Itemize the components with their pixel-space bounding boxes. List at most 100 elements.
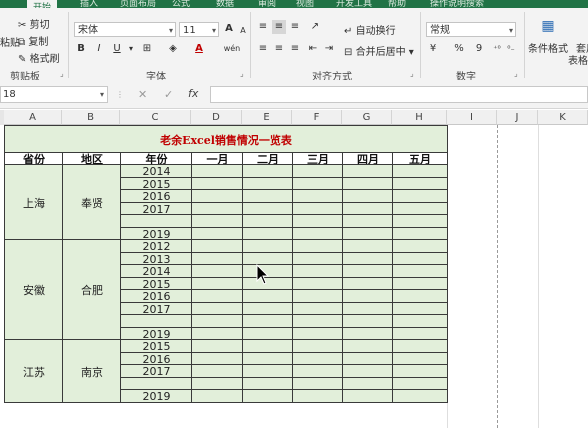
value-cell[interactable] <box>191 189 243 203</box>
region-cell[interactable]: 南京 <box>62 339 121 403</box>
value-cell[interactable] <box>342 289 393 303</box>
value-cell[interactable] <box>242 214 293 228</box>
italic-button[interactable]: I <box>92 42 106 56</box>
cut-button[interactable]: ✂ 剪切 <box>18 16 50 31</box>
font-size-select[interactable]: 11 ▾ <box>179 22 219 37</box>
tab-developer[interactable]: 开发工具 <box>336 0 372 8</box>
cancel-icon[interactable]: ✕ <box>138 88 147 101</box>
province-cell[interactable]: 上海 <box>4 164 63 240</box>
value-cell[interactable] <box>292 289 343 303</box>
value-cell[interactable] <box>342 214 393 228</box>
align-bottom-icon[interactable]: ≡ <box>288 20 302 34</box>
percent-button[interactable]: % <box>452 42 466 56</box>
tab-data[interactable]: 数据 <box>216 0 234 8</box>
value-cell[interactable] <box>342 189 393 203</box>
year-cell[interactable] <box>120 314 192 328</box>
comma-style-button[interactable]: 9 <box>472 42 486 56</box>
value-cell[interactable] <box>191 264 243 278</box>
year-cell[interactable]: 2012 <box>120 239 192 253</box>
value-cell[interactable] <box>191 239 243 253</box>
value-cell[interactable] <box>242 339 293 353</box>
value-cell[interactable] <box>292 189 343 203</box>
value-cell[interactable] <box>392 214 448 228</box>
underline-dropdown-icon[interactable]: ▾ <box>124 42 138 56</box>
increase-indent-icon[interactable]: ⇥ <box>322 42 336 56</box>
column-header-d[interactable]: D <box>191 110 242 125</box>
column-header-c[interactable]: C <box>120 110 191 125</box>
paste-button[interactable]: 粘贴 <box>0 34 20 49</box>
value-cell[interactable] <box>242 364 293 378</box>
tab-home[interactable]: 开始 <box>27 0 58 8</box>
value-cell[interactable] <box>392 189 448 203</box>
value-cell[interactable] <box>392 389 448 403</box>
tab-page-layout[interactable]: 页面布局 <box>120 0 156 8</box>
merge-center-button[interactable]: ⊟ 合并后居中 ▾ <box>344 43 414 58</box>
name-box-dropdown-icon[interactable]: ▾ <box>100 87 104 103</box>
number-format-select[interactable]: 常规 ▾ <box>426 22 516 37</box>
increase-decimal-icon[interactable]: ⁺⁰ <box>490 42 504 56</box>
value-cell[interactable] <box>392 164 448 178</box>
value-cell[interactable] <box>292 264 343 278</box>
value-cell[interactable] <box>191 389 243 403</box>
align-top-icon[interactable]: ≡ <box>256 20 270 34</box>
resize-dots-icon[interactable]: ⋮ <box>116 90 124 99</box>
copy-button[interactable]: ⧉ 复制 <box>18 33 48 48</box>
value-cell[interactable] <box>292 314 343 328</box>
align-middle-icon[interactable]: ≡ <box>272 20 286 34</box>
value-cell[interactable] <box>191 164 243 178</box>
column-header-i[interactable]: I <box>447 110 497 125</box>
value-cell[interactable] <box>191 314 243 328</box>
value-cell[interactable] <box>392 239 448 253</box>
province-cell[interactable]: 江苏 <box>4 339 63 403</box>
align-left-icon[interactable]: ≡ <box>256 42 270 56</box>
value-cell[interactable] <box>191 289 243 303</box>
value-cell[interactable] <box>342 389 393 403</box>
year-cell[interactable]: 2016 <box>120 289 192 303</box>
value-cell[interactable] <box>392 339 448 353</box>
decrease-indent-icon[interactable]: ⇤ <box>306 42 320 56</box>
name-box[interactable]: 18 ▾ <box>0 86 108 103</box>
year-cell[interactable] <box>120 214 192 228</box>
value-cell[interactable] <box>242 164 293 178</box>
alignment-launcher-icon[interactable]: ⌟ <box>410 69 414 78</box>
table-title[interactable]: 老余Excel销售情况一览表 <box>4 125 448 153</box>
align-center-icon[interactable]: ≡ <box>272 42 286 56</box>
value-cell[interactable] <box>242 389 293 403</box>
value-cell[interactable] <box>342 164 393 178</box>
currency-icon[interactable]: ¥ <box>426 42 440 56</box>
insert-function-icon[interactable]: fx <box>188 87 198 100</box>
underline-button[interactable]: U <box>110 42 124 56</box>
shrink-font-button[interactable]: A <box>236 24 250 38</box>
column-header-f[interactable]: F <box>292 110 342 125</box>
year-cell[interactable]: 2015 <box>120 339 192 353</box>
column-header-a[interactable]: A <box>4 110 62 125</box>
value-cell[interactable] <box>292 239 343 253</box>
column-header-b[interactable]: B <box>62 110 120 125</box>
wrap-text-button[interactable]: ↵ 自动换行 <box>344 22 396 37</box>
decrease-decimal-icon[interactable]: ⁰₋ <box>504 42 518 56</box>
year-cell[interactable]: 2017 <box>120 364 192 378</box>
clipboard-launcher-icon[interactable]: ⌟ <box>60 69 64 78</box>
value-cell[interactable] <box>191 339 243 353</box>
value-cell[interactable] <box>292 164 343 178</box>
enter-icon[interactable]: ✓ <box>164 88 173 101</box>
value-cell[interactable] <box>392 314 448 328</box>
value-cell[interactable] <box>191 214 243 228</box>
value-cell[interactable] <box>392 264 448 278</box>
font-name-select[interactable]: 宋体 ▾ <box>74 22 176 37</box>
value-cell[interactable] <box>292 389 343 403</box>
year-cell[interactable]: 2016 <box>120 189 192 203</box>
column-header-j[interactable]: J <box>497 110 538 125</box>
year-cell[interactable]: 2014 <box>120 264 192 278</box>
number-launcher-icon[interactable]: ⌟ <box>514 69 518 78</box>
font-color-button[interactable]: A <box>192 42 206 56</box>
value-cell[interactable] <box>242 189 293 203</box>
value-cell[interactable] <box>242 239 293 253</box>
value-cell[interactable] <box>342 264 393 278</box>
tab-formulas[interactable]: 公式 <box>172 0 190 8</box>
value-cell[interactable] <box>342 314 393 328</box>
value-cell[interactable] <box>292 364 343 378</box>
tab-tell-me[interactable]: 操作说明搜索 <box>430 0 484 8</box>
province-cell[interactable]: 安徽 <box>4 239 63 340</box>
tab-view[interactable]: 视图 <box>296 0 314 8</box>
